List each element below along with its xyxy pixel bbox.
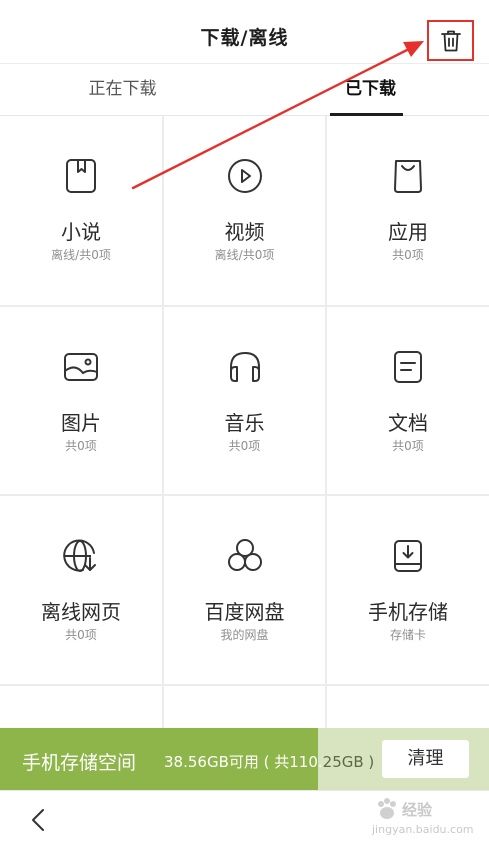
status-bar — [0, 0, 489, 8]
picture-icon — [64, 353, 98, 381]
category-novel[interactable]: 小说 离线/共0项 — [0, 116, 162, 305]
empty-cell — [327, 686, 489, 728]
category-count: 离线/共0项 — [214, 248, 275, 262]
watermark-url: jingyan.baidu.com — [372, 823, 474, 836]
header-bar: 下载/离线 — [0, 8, 489, 64]
category-name: 视频 — [224, 220, 265, 244]
category-count: 共0项 — [392, 248, 424, 262]
tab-bar: 正在下载 已下载 — [0, 64, 489, 116]
shopping-bag-icon — [394, 160, 422, 193]
category-count: 共0项 — [228, 439, 261, 453]
page-title: 下载/离线 — [200, 27, 289, 49]
category-name: 文档 — [388, 411, 428, 435]
storage-capacity: 38.56GB可用 ( 共110.25GB ) — [164, 751, 374, 772]
storage-bar: 手机存储空间 38.56GB可用 ( 共110.25GB ) 清理 — [0, 728, 489, 790]
back-button[interactable] — [22, 803, 56, 837]
storage-capacity-main: 38.56GB可用 ( 共110. — [164, 753, 323, 771]
globe-download-icon — [63, 539, 96, 572]
category-offline-web[interactable]: 离线网页 共0项 — [0, 496, 162, 684]
storage-download-icon — [394, 540, 422, 572]
delete-button[interactable] — [427, 20, 474, 61]
bookmark-book-icon — [66, 159, 96, 193]
clean-button[interactable]: 清理 — [382, 740, 469, 778]
category-name: 小说 — [61, 220, 101, 244]
trash-icon — [440, 30, 461, 51]
category-image[interactable]: 图片 共0项 — [0, 307, 162, 494]
empty-cell — [164, 686, 325, 728]
empty-cell — [0, 686, 162, 728]
document-icon — [394, 351, 422, 383]
category-app[interactable]: 应用 共0项 — [327, 116, 489, 305]
category-document[interactable]: 文档 共0项 — [327, 307, 489, 494]
category-count: 离线/共0项 — [51, 248, 111, 262]
tab-downloaded[interactable]: 已下载 — [288, 64, 453, 116]
paw-logo-icon — [378, 798, 396, 819]
watermark: 经验 jingyan.baidu.com — [372, 797, 474, 841]
storage-label: 手机存储空间 — [22, 752, 137, 774]
category-phone-storage[interactable]: 手机存储 存储卡 — [327, 496, 489, 684]
category-name: 离线网页 — [41, 600, 121, 624]
category-baidu-netdisk[interactable]: 百度网盘 我的网盘 — [164, 496, 325, 684]
category-name: 应用 — [388, 220, 428, 244]
category-name: 百度网盘 — [204, 600, 285, 624]
headphones-icon — [229, 351, 260, 382]
category-count: 共0项 — [65, 628, 97, 642]
category-name: 手机存储 — [368, 600, 448, 624]
category-count: 我的网盘 — [220, 628, 269, 642]
category-name: 音乐 — [224, 411, 265, 435]
watermark-brand: 经验 — [402, 801, 433, 819]
bottom-bar: 经验 jingyan.baidu.com — [0, 790, 489, 847]
category-music[interactable]: 音乐 共0项 — [164, 307, 325, 494]
category-count: 共0项 — [392, 439, 424, 453]
storage-capacity-rest: 25GB ) — [322, 753, 375, 771]
category-name: 图片 — [61, 411, 101, 435]
category-count: 存储卡 — [389, 628, 426, 642]
category-count: 共0项 — [65, 439, 97, 453]
chevron-left-icon — [32, 809, 44, 831]
tab-downloading[interactable]: 正在下载 — [40, 64, 205, 116]
category-grid: 小说 离线/共0项 视频 离线/共0项 应用 共0项 图片 共0项 音乐 共0项… — [0, 116, 489, 728]
cloud-circles-icon — [227, 539, 262, 571]
category-video[interactable]: 视频 离线/共0项 — [164, 116, 325, 305]
play-circle-icon — [227, 159, 262, 193]
